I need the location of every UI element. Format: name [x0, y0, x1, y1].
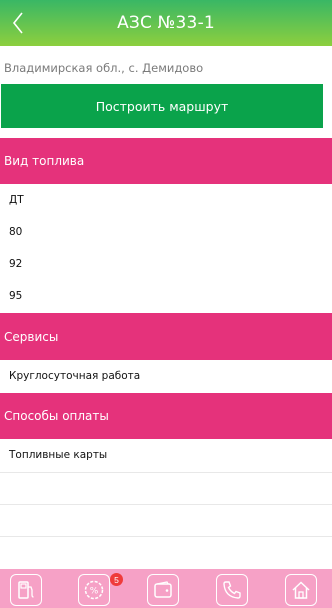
- list-item-fuel: ДТ: [0, 184, 332, 216]
- divider: [0, 472, 332, 473]
- wallet-icon: [154, 581, 172, 598]
- tab-fuel[interactable]: [10, 574, 42, 606]
- phone-icon: [223, 581, 241, 599]
- list-item-fuel: 80: [0, 216, 332, 248]
- page-title: АЗС №33-1: [117, 13, 215, 33]
- fuel-pump-icon: [18, 581, 34, 599]
- tab-home[interactable]: [285, 574, 317, 606]
- list-item-service: Круглосуточная работа: [0, 360, 332, 392]
- section-header-fuel: Вид топлива: [0, 138, 332, 184]
- back-button[interactable]: [6, 8, 30, 38]
- svg-text:%: %: [90, 587, 99, 597]
- discount-percent-icon: %: [84, 580, 104, 600]
- promotions-count-badge: 5: [110, 573, 123, 586]
- list-item-payment: Топливные карты: [0, 439, 332, 471]
- section-header-services: Сервисы: [0, 313, 332, 360]
- bottom-tab-bar: %: [0, 569, 332, 608]
- list-item-fuel: 92: [0, 248, 332, 280]
- divider: [0, 536, 332, 537]
- build-route-button[interactable]: Построить маршрут: [1, 84, 323, 128]
- list-item-fuel: 95: [0, 280, 332, 312]
- home-icon: [292, 581, 310, 599]
- tab-promotions[interactable]: %: [78, 574, 110, 606]
- divider: [0, 504, 332, 505]
- section-header-payment: Способы оплаты: [0, 393, 332, 439]
- tab-wallet[interactable]: [147, 574, 179, 606]
- chevron-left-icon: [12, 12, 23, 34]
- header-bar: АЗС №33-1: [0, 0, 332, 46]
- tab-phone[interactable]: [216, 574, 248, 606]
- station-address: Владимирская обл., с. Демидово: [4, 61, 204, 75]
